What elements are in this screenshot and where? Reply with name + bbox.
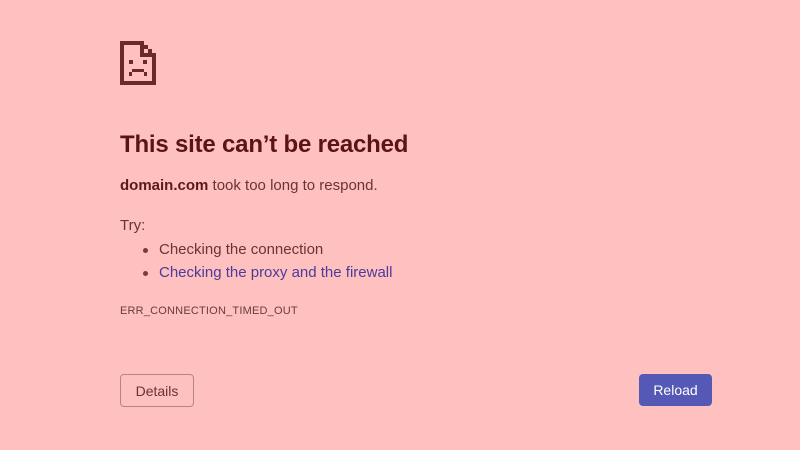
error-message: domain.com took too long to respond.: [120, 177, 378, 194]
error-message-suffix: took too long to respond.: [208, 177, 378, 194]
suggestion-check-connection: Checking the connection: [143, 240, 392, 263]
error-code: ERR_CONNECTION_TIMED_OUT: [120, 305, 298, 317]
suggestion-check-proxy-firewall-link[interactable]: Checking the proxy and the firewall: [143, 263, 392, 286]
suggestion-label: Checking the connection: [159, 241, 324, 258]
bullet-icon: [143, 248, 148, 253]
domain-name: domain.com: [120, 177, 209, 194]
suggestion-list: Checking the connection Checking the pro…: [143, 240, 392, 286]
details-button[interactable]: Details: [120, 374, 194, 407]
suggestion-label[interactable]: Checking the proxy and the firewall: [159, 264, 392, 281]
reload-button[interactable]: Reload: [639, 374, 712, 406]
page-title: This site can’t be reached: [120, 131, 409, 158]
try-label: Try:: [120, 217, 146, 234]
sad-page-icon: [120, 41, 156, 85]
bullet-icon: [143, 271, 148, 276]
